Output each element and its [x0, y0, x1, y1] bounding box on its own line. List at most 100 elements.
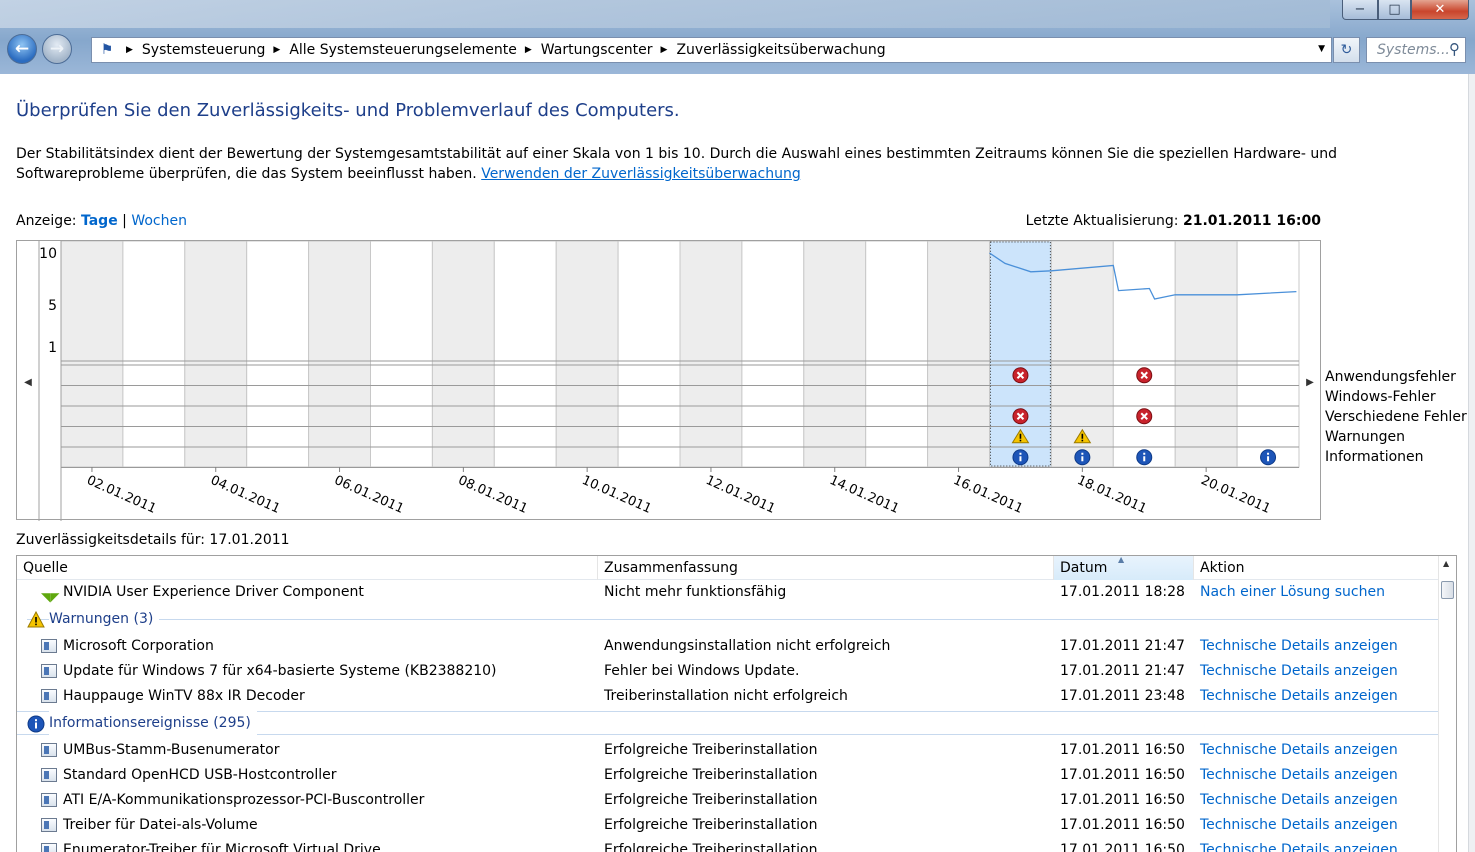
cell-summary: Nicht mehr funktionsfähig: [604, 584, 787, 600]
maximize-button[interactable]: □: [1378, 0, 1411, 20]
breadcrumb-separator[interactable]: ▶: [118, 45, 142, 55]
breadcrumb-systemsteuerung[interactable]: Systemsteuerung: [142, 42, 265, 58]
cell-source: Hauppauge WinTV 88x IR Decoder: [63, 688, 305, 704]
view-weeks-link[interactable]: Wochen: [131, 213, 187, 229]
x-tick-label: 06.01.2011: [332, 473, 406, 517]
cell-summary: Erfolgreiche Treiberinstallation: [604, 792, 818, 808]
day-column[interactable]: [865, 241, 929, 468]
breadcrumb-separator[interactable]: ▶: [517, 45, 541, 55]
day-column[interactable]: [60, 241, 124, 468]
column-header-date-label: Datum: [1060, 560, 1108, 576]
day-column[interactable]: [741, 241, 805, 468]
cell-action-link[interactable]: Technische Details anzeigen: [1200, 634, 1398, 658]
last-update: Letzte Aktualisierung: 21.01.2011 16:00: [1026, 213, 1321, 229]
table-group-header[interactable]: Informationsereignisse (295): [17, 709, 1439, 738]
title-bar: [0, 0, 1330, 28]
column-header-action[interactable]: Aktion: [1194, 556, 1439, 580]
cell-action-link[interactable]: Technische Details anzeigen: [1200, 738, 1398, 762]
breadcrumb-zuverlaessigkeit[interactable]: Zuverlässigkeitsüberwachung: [676, 42, 885, 58]
scroll-thumb[interactable]: [1441, 581, 1454, 599]
table-row[interactable]: ATI E/A-Kommunikationsprozessor-PCI-Busc…: [17, 788, 1439, 813]
warning-icon-mark: [1019, 433, 1022, 439]
scroll-up-icon[interactable]: ▲: [1443, 559, 1449, 568]
day-column[interactable]: [1236, 241, 1300, 468]
table-row[interactable]: Enumerator-Treiber für Microsoft Virtual…: [17, 838, 1439, 852]
cell-action-link[interactable]: Technische Details anzeigen: [1200, 763, 1398, 787]
cell-summary: Fehler bei Windows Update.: [604, 663, 800, 679]
scroll-left-icon[interactable]: ◀: [24, 377, 32, 388]
details-heading: Zuverlässigkeitsdetails für: 17.01.2011: [16, 532, 290, 548]
table-row[interactable]: Update für Windows 7 für x64-basierte Sy…: [17, 659, 1439, 684]
day-column[interactable]: [555, 241, 619, 468]
day-column[interactable]: [679, 241, 743, 468]
cell-action-link[interactable]: Technische Details anzeigen: [1200, 813, 1398, 837]
reliability-chart-svg[interactable]: 10 5 1 ◀ ▶ 02.01.2011 04.01.2011 06.01.2011 08.0…: [17, 241, 1322, 521]
scroll-right-icon[interactable]: ▶: [1306, 377, 1314, 388]
minimize-button[interactable]: −: [1342, 0, 1378, 20]
day-column[interactable]: [370, 241, 433, 468]
back-button[interactable]: ←: [7, 34, 37, 64]
cell-action-link[interactable]: Technische Details anzeigen: [1200, 838, 1398, 852]
day-column[interactable]: [493, 241, 557, 468]
search-icon[interactable]: ⚲: [1449, 40, 1460, 58]
day-column[interactable]: [617, 241, 681, 468]
arrow-right-icon: →: [49, 39, 65, 59]
table-scrollbar[interactable]: ▲: [1438, 556, 1456, 852]
day-column[interactable]: [308, 241, 372, 468]
warning-icon: [27, 611, 45, 628]
day-column[interactable]: [1112, 241, 1176, 468]
refresh-button[interactable]: ↻: [1333, 37, 1360, 63]
cell-action-link[interactable]: Technische Details anzeigen: [1200, 788, 1398, 812]
column-header-date[interactable]: Datum ▲: [1054, 556, 1194, 580]
table-row[interactable]: UMBus-Stamm-Busenumerator Erfolgreiche Tr…: [17, 738, 1439, 763]
cell-summary: Erfolgreiche Treiberinstallation: [604, 842, 818, 852]
column-header-summary[interactable]: Zusammenfassung: [598, 556, 1054, 580]
table-row[interactable]: Hauppauge WinTV 88x IR Decoder Treiberins…: [17, 684, 1439, 709]
y-tick-label: 1: [48, 340, 57, 356]
search-input[interactable]: Systems... ⚲: [1366, 37, 1466, 63]
report-icon: [41, 793, 57, 807]
day-column[interactable]: [803, 241, 867, 468]
cell-source: Enumerator-Treiber für Microsoft Virtual…: [63, 842, 381, 852]
details-table[interactable]: Quelle Zusammenfassung Datum ▲ Aktion ◥◤ N…: [16, 555, 1457, 852]
cell-summary: Anwendungsinstallation nicht erfolgreich: [604, 638, 891, 654]
cell-action-link[interactable]: Technische Details anzeigen: [1200, 684, 1398, 708]
breadcrumb-alle-elemente[interactable]: Alle Systemsteuerungselemente: [289, 42, 517, 58]
close-button[interactable]: ✕: [1411, 0, 1469, 20]
intro-text: Der Stabilitätsindex dient der Bewertung…: [16, 144, 1456, 184]
table-row[interactable]: Treiber für Datei-als-Volume Erfolgreiche…: [17, 813, 1439, 838]
info-icon-stem: [1019, 456, 1022, 462]
cell-source: Standard OpenHCD USB-Hostcontroller: [63, 767, 337, 783]
day-column[interactable]: [431, 241, 495, 468]
table-row[interactable]: Standard OpenHCD USB-Hostcontroller Erfol…: [17, 763, 1439, 788]
day-column[interactable]: [927, 241, 990, 468]
column-header-source[interactable]: Quelle: [17, 556, 598, 580]
reliability-chart[interactable]: 10 5 1 ◀ ▶ 02.01.2011 04.01.2011 06.01.2011 08.0…: [16, 240, 1322, 521]
address-bar[interactable]: ⚑ ▶ Systemsteuerung ▶ Alle Systemsteueru…: [91, 37, 1332, 63]
search-placeholder: Systems...: [1377, 42, 1450, 58]
breadcrumb-separator[interactable]: ▶: [265, 45, 289, 55]
day-column[interactable]: [1174, 241, 1238, 468]
cell-source: ATI E/A-Kommunikationsprozessor-PCI-Busc…: [63, 792, 425, 808]
help-link[interactable]: Verwenden der Zuverlässigkeitsüberwachun…: [481, 166, 801, 182]
view-selector: Anzeige: Tage | Wochen: [16, 213, 187, 229]
table-row[interactable]: ◥◤ NVIDIA User Experience Driver Componen…: [17, 580, 1439, 605]
cell-summary: Treiberinstallation nicht erfolgreich: [604, 688, 848, 704]
window-scrollbar[interactable]: [1468, 74, 1475, 852]
day-column[interactable]: [246, 241, 310, 468]
day-column[interactable]: [184, 241, 248, 468]
breadcrumb-separator[interactable]: ▶: [653, 45, 677, 55]
x-tick-label: 12.01.2011: [703, 473, 777, 517]
table-group-header[interactable]: Warnungen (3): [17, 605, 1439, 634]
chevron-down-icon[interactable]: ▼: [1318, 44, 1325, 54]
breadcrumb-wartungscenter[interactable]: Wartungscenter: [541, 42, 653, 58]
table-row[interactable]: Microsoft Corporation Anwendungsinstallat…: [17, 634, 1439, 659]
cell-action-link[interactable]: Nach einer Lösung suchen: [1200, 580, 1385, 604]
view-separator: |: [122, 213, 127, 229]
day-column[interactable]: [122, 241, 186, 468]
forward-button[interactable]: →: [42, 34, 72, 64]
info-icon-stem: [1143, 456, 1146, 462]
cell-action-link[interactable]: Technische Details anzeigen: [1200, 659, 1398, 683]
legend-warnings: Warnungen: [1325, 429, 1406, 445]
view-days-link[interactable]: Tage: [81, 213, 118, 229]
